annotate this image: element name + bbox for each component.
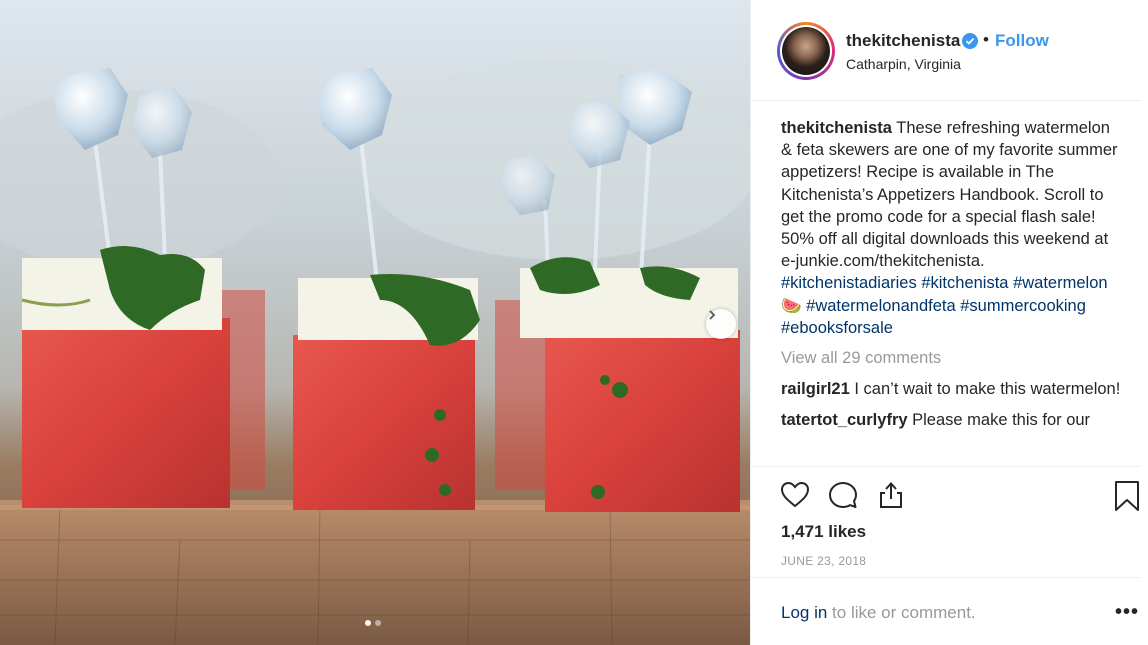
hashtag-link[interactable]: #kitchenistadiaries (781, 274, 917, 292)
login-prompt: Log in to like or comment. (781, 603, 976, 623)
login-prompt-text: to like or comment. (827, 603, 976, 622)
story-ring[interactable] (777, 22, 835, 80)
hashtag-link[interactable]: #summercooking (960, 297, 1086, 315)
comment-item: railgirl21 I can’t wait to make this wat… (781, 378, 1121, 400)
follow-button[interactable]: Follow (995, 31, 1049, 51)
divider (751, 466, 1141, 467)
carousel-dot-active (365, 620, 371, 626)
post-side-panel: thekitchenista • Follow Catharpin, Virgi… (750, 0, 1148, 645)
post-author-username[interactable]: thekitchenista (846, 31, 960, 51)
carousel-dot (375, 620, 381, 626)
view-all-comments-link[interactable]: View all 29 comments (781, 347, 1121, 369)
bookmark-icon[interactable] (1113, 480, 1141, 512)
chevron-right-icon (709, 310, 716, 320)
post-caption: thekitchenista These refreshing watermel… (781, 117, 1121, 339)
carousel-next-button[interactable] (706, 309, 736, 339)
caption-text: These refreshing watermelon & feta skewe… (781, 119, 1118, 271)
comment-username[interactable]: tatertot_curlyfry (781, 411, 908, 429)
separator-dot: • (983, 30, 989, 49)
post-header: thekitchenista • Follow Catharpin, Virgi… (751, 0, 1141, 101)
comment-text: I can’t wait to make this watermelon! (849, 380, 1121, 399)
caption-username[interactable]: thekitchenista (781, 119, 892, 137)
post-location[interactable]: Catharpin, Virginia (846, 56, 961, 72)
divider (751, 577, 1141, 578)
verified-badge-icon (962, 33, 978, 54)
comment-username[interactable]: railgirl21 (781, 380, 850, 398)
hashtag-link[interactable]: #ebooksforsale (781, 319, 893, 337)
login-link[interactable]: Log in (781, 603, 827, 622)
share-icon[interactable] (875, 479, 907, 511)
comment-icon[interactable] (827, 479, 859, 511)
post-actions (779, 479, 907, 511)
post-photo[interactable] (0, 0, 750, 645)
likes-count[interactable]: 1,471 likes (781, 522, 866, 542)
comment-item: tatertot_curlyfry Please make this for o… (781, 409, 1121, 431)
hashtag-link[interactable]: #kitchenista (921, 274, 1008, 292)
comment-text: Please make this for our (907, 411, 1091, 430)
hashtag-link[interactable]: #watermelonandfeta (806, 297, 956, 315)
watermelon-skewers-image (0, 0, 750, 645)
post-date[interactable]: JUNE 23, 2018 (781, 554, 866, 568)
carousel-indicator (365, 620, 381, 626)
avatar[interactable] (782, 27, 830, 75)
more-options-icon[interactable]: ••• (1115, 601, 1139, 624)
comments-scroll-area[interactable]: thekitchenista These refreshing watermel… (781, 117, 1121, 467)
heart-icon[interactable] (779, 479, 811, 511)
